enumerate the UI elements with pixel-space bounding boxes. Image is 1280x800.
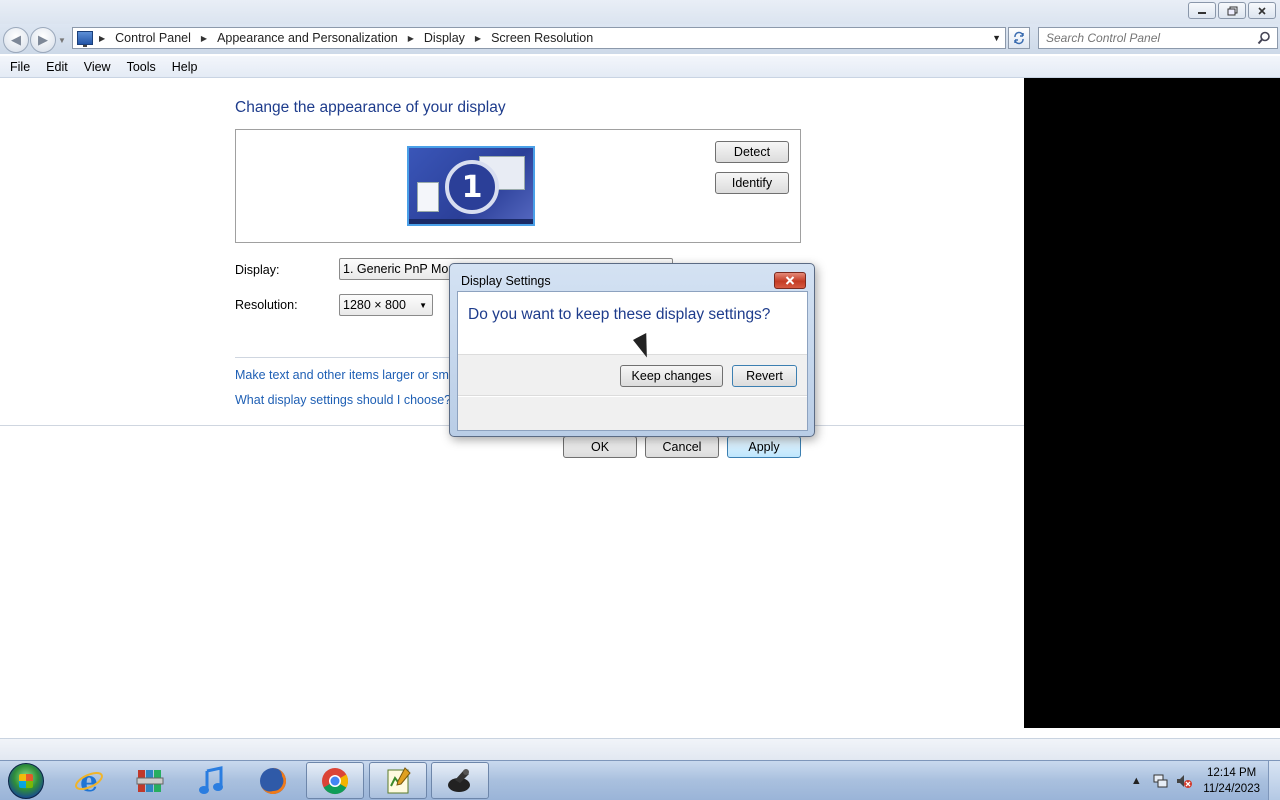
refresh-button[interactable] <box>1008 27 1030 49</box>
dialog-question: Do you want to keep these display settin… <box>468 306 771 323</box>
monitor-preview-area: 1 Detect Identify <box>235 129 801 243</box>
dialog-title: Display Settings <box>461 274 551 288</box>
minimize-button[interactable] <box>1188 2 1216 19</box>
back-button[interactable]: ◀ <box>3 27 29 53</box>
music-note-icon <box>199 765 223 794</box>
monitor-window-graphic <box>417 182 439 212</box>
svg-text:e: e <box>80 766 98 796</box>
show-desktop-button[interactable] <box>1268 761 1280 800</box>
detect-button[interactable]: Detect <box>715 141 789 163</box>
taskbar-internet-explorer[interactable]: e <box>60 762 118 799</box>
taskbar-firefox[interactable] <box>244 762 302 799</box>
taskbar-notepad-editor[interactable] <box>369 762 427 799</box>
dialog-close-button[interactable] <box>774 272 806 289</box>
display-help-link[interactable]: What display settings should I choose? <box>235 393 451 407</box>
system-clock[interactable]: 12:14 PM 11/24/2023 <box>1203 765 1260 797</box>
internet-explorer-icon: e <box>75 766 103 796</box>
restore-button[interactable] <box>1218 2 1246 19</box>
page-title: Change the appearance of your display <box>235 99 506 116</box>
resolution-label: Resolution: <box>235 298 298 312</box>
apply-button[interactable]: Apply <box>727 436 801 458</box>
show-hidden-icons-icon[interactable]: ▲ <box>1127 772 1145 790</box>
taskbar: e ▲ 12:14 PM 11/24/2023 <box>0 760 1280 800</box>
dialog-body: Do you want to keep these display settin… <box>457 291 808 431</box>
taskbar-system-tool[interactable] <box>431 762 489 799</box>
menu-help[interactable]: Help <box>172 60 198 74</box>
clock-date: 11/24/2023 <box>1203 783 1260 795</box>
monitor-1-thumbnail[interactable]: 1 <box>407 146 535 226</box>
chrome-icon <box>322 767 349 794</box>
address-dropdown-icon[interactable]: ▼ <box>992 33 1001 43</box>
breadcrumb-screen-resolution[interactable]: Screen Resolution <box>491 31 593 45</box>
ok-button[interactable]: OK <box>563 436 637 458</box>
close-window-button[interactable] <box>1248 2 1276 19</box>
start-button[interactable] <box>4 761 48 800</box>
menu-bar: File Edit View Tools Help <box>0 56 1280 78</box>
breadcrumb-separator-icon[interactable]: ▶ <box>99 34 105 43</box>
search-box[interactable] <box>1038 27 1278 49</box>
menu-edit[interactable]: Edit <box>46 60 68 74</box>
control-panel-icon <box>77 31 93 47</box>
menu-file[interactable]: File <box>10 60 30 74</box>
recent-pages-dropdown-icon[interactable]: ▼ <box>58 36 66 45</box>
system-tray: ▲ 12:14 PM 11/24/2023 <box>1127 761 1280 800</box>
windows-logo-icon <box>8 763 44 799</box>
breadcrumb-appearance[interactable]: Appearance and Personalization <box>217 31 398 45</box>
text-size-link[interactable]: Make text and other items larger or smal… <box>235 368 473 382</box>
resolution-select-value: 1280 × 800 <box>343 298 406 312</box>
window-titlebar <box>0 0 1280 24</box>
forward-arrow-icon: ▶ <box>38 32 48 47</box>
unused-screen-area <box>1024 78 1280 728</box>
cancel-button[interactable]: Cancel <box>645 436 719 458</box>
taskbar-archive-manager[interactable] <box>121 762 179 799</box>
settings-tool-icon <box>448 768 470 792</box>
monitor-taskbar-graphic <box>409 219 533 224</box>
keep-changes-button[interactable]: Keep changes <box>620 365 723 387</box>
navigation-bar: ◀ ▶ ▼ ▶ Control Panel ▶ Appearance and P… <box>0 24 1280 54</box>
identify-button[interactable]: Identify <box>715 172 789 194</box>
archive-books-icon <box>136 769 164 792</box>
dialog-button-area: Keep changes Revert <box>458 354 807 396</box>
back-arrow-icon: ◀ <box>11 32 21 47</box>
search-input[interactable] <box>1046 31 1256 45</box>
display-settings-dialog: Display Settings Do you want to keep the… <box>449 263 815 437</box>
search-icon[interactable] <box>1257 31 1271 45</box>
breadcrumb-display[interactable]: Display <box>424 31 465 45</box>
breadcrumb-control-panel[interactable]: Control Panel <box>115 31 191 45</box>
display-label: Display: <box>235 263 280 277</box>
network-icon[interactable] <box>1151 772 1169 790</box>
dialog-footer <box>458 397 807 430</box>
window-status-bar <box>0 738 1280 760</box>
chevron-down-icon: ▼ <box>419 300 427 310</box>
forward-button[interactable]: ▶ <box>30 27 56 53</box>
revert-button[interactable]: Revert <box>732 365 797 387</box>
resolution-select[interactable]: 1280 × 800 ▼ <box>339 294 433 316</box>
clock-time: 12:14 PM <box>1207 767 1257 779</box>
address-bar[interactable]: ▶ Control Panel ▶ Appearance and Persona… <box>72 27 1006 49</box>
volume-muted-icon[interactable] <box>1175 772 1193 790</box>
taskbar-itunes[interactable] <box>182 762 240 799</box>
firefox-icon <box>260 767 286 794</box>
close-icon <box>785 276 795 285</box>
menu-view[interactable]: View <box>84 60 111 74</box>
monitor-number-badge: 1 <box>445 160 499 214</box>
breadcrumb-separator-icon[interactable]: ▶ <box>475 34 481 43</box>
taskbar-chrome[interactable] <box>306 762 364 799</box>
breadcrumb-separator-icon[interactable]: ▶ <box>201 34 207 43</box>
menu-tools[interactable]: Tools <box>127 60 156 74</box>
breadcrumb-separator-icon[interactable]: ▶ <box>408 34 414 43</box>
notepad-pencil-icon <box>387 766 411 793</box>
refresh-icon <box>1014 31 1024 45</box>
window-controls <box>1188 2 1276 19</box>
